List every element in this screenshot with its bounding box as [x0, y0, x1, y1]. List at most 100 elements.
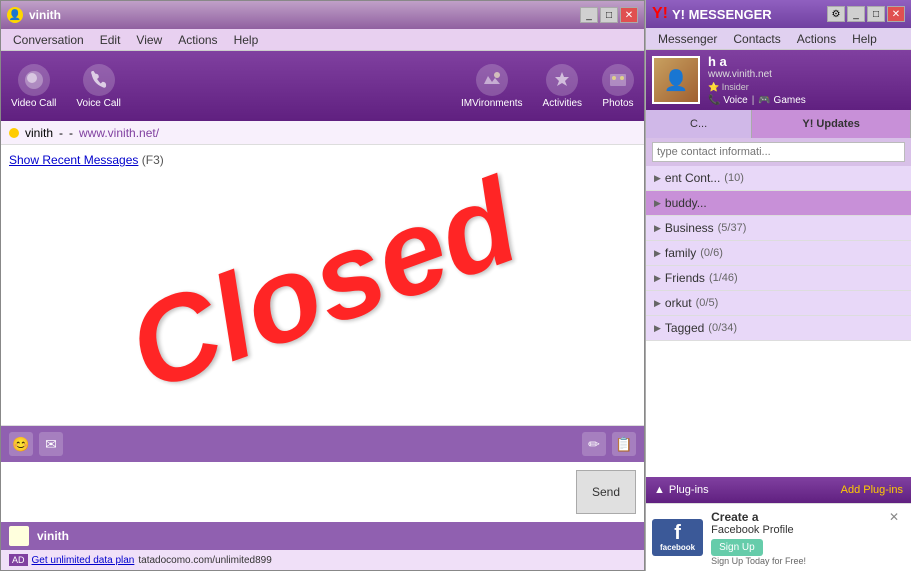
- messenger-title-controls: ⚙ _ □ ✕: [827, 6, 905, 22]
- mess-minimize-button[interactable]: _: [847, 6, 865, 22]
- group-arrow-family: ▶: [654, 248, 661, 259]
- mess-menu-messenger[interactable]: Messenger: [650, 30, 725, 48]
- menu-actions[interactable]: Actions: [170, 31, 225, 49]
- group-name-friends: Friends: [665, 271, 705, 285]
- group-arrow-recent: ▶: [654, 173, 661, 184]
- title-bar-left: 👤 vinith: [7, 7, 61, 23]
- group-name-buddy: buddy...: [665, 196, 707, 210]
- mess-menu-help[interactable]: Help: [844, 30, 885, 48]
- status-indicator: [9, 128, 19, 138]
- group-arrow-buddy: ▶: [654, 198, 661, 209]
- imvironments-button[interactable]: IMVironments: [461, 64, 523, 109]
- group-count-friends: (1/46): [709, 272, 738, 284]
- menu-help[interactable]: Help: [226, 31, 267, 49]
- voice-icon[interactable]: 📞 Voice: [708, 95, 748, 106]
- emoji-button[interactable]: 😊: [9, 432, 33, 456]
- input-area: Send: [1, 462, 644, 522]
- mess-menu-contacts[interactable]: Contacts: [725, 30, 788, 48]
- format-button[interactable]: ✏: [582, 432, 606, 456]
- add-plugins-button[interactable]: Add Plug-ins: [841, 484, 903, 496]
- message-input[interactable]: [1, 462, 576, 522]
- updates-tab[interactable]: Y! Updates: [752, 110, 911, 138]
- voice-call-icon: [83, 64, 115, 96]
- group-name-recent: ent Cont...: [665, 171, 720, 185]
- contacts-tab[interactable]: C...: [646, 110, 752, 138]
- contact-search-input[interactable]: [652, 142, 905, 162]
- group-header-orkut[interactable]: ▶ orkut (0/5): [646, 291, 911, 315]
- plugins-left: ▲ Plug-ins: [654, 484, 709, 496]
- group-name-tagged: Tagged: [665, 321, 704, 335]
- group-header-business[interactable]: ▶ Business (5/37): [646, 216, 911, 240]
- group-count-tagged: (0/34): [708, 322, 737, 334]
- photos-icon: [602, 64, 634, 96]
- status-separator2: -: [69, 126, 73, 140]
- chevron-up-icon: ▲: [654, 484, 665, 496]
- group-name-orkut: orkut: [665, 296, 692, 310]
- chat-menu-bar: Conversation Edit View Actions Help: [1, 29, 644, 51]
- voice-call-button[interactable]: Voice Call: [76, 64, 120, 109]
- menu-edit[interactable]: Edit: [92, 31, 129, 49]
- fb-ad-close-icon[interactable]: ✕: [889, 510, 905, 526]
- insider-badge: ⭐ Insider: [708, 82, 749, 93]
- group-count-orkut: (0/5): [696, 297, 719, 309]
- group-name-business: Business: [665, 221, 714, 235]
- profile-info: h a www.vinith.net ⭐ Insider 📞 Voice | 🎮…: [708, 54, 905, 106]
- imvironments-icon: [476, 64, 508, 96]
- group-arrow-business: ▶: [654, 223, 661, 234]
- mess-menu-actions[interactable]: Actions: [789, 30, 844, 48]
- status-username: vinith: [25, 126, 53, 140]
- profile-name: h a: [708, 54, 905, 69]
- ad-text[interactable]: Get unlimited data plan: [32, 555, 135, 566]
- fb-ad-content: Create a Facebook Profile Sign Up Sign U…: [711, 510, 881, 566]
- status-url[interactable]: www.vinith.net/: [79, 126, 159, 140]
- facebook-logo: f facebook: [652, 519, 703, 556]
- activities-button[interactable]: Activities: [543, 64, 582, 109]
- clipboard-button[interactable]: 📋: [612, 432, 636, 456]
- photos-button[interactable]: Photos: [602, 64, 634, 109]
- group-header-tagged[interactable]: ▶ Tagged (0/34): [646, 316, 911, 340]
- ad-label: AD: [9, 554, 28, 566]
- ad-url: tatadocomo.com/unlimited899: [138, 555, 271, 566]
- group-header-buddy[interactable]: ▶ buddy...: [646, 191, 911, 215]
- status-separator: -: [59, 126, 63, 140]
- chat-window-title: vinith: [29, 8, 61, 22]
- show-recent-hint: (F3): [142, 153, 164, 167]
- group-count-family: (0/6): [700, 247, 723, 259]
- show-recent-link[interactable]: Show Recent Messages: [9, 153, 138, 167]
- maximize-button[interactable]: □: [600, 7, 618, 23]
- send-button[interactable]: Send: [576, 470, 636, 514]
- closed-watermark: Closed: [111, 152, 534, 419]
- group-recent-content: ▶ ent Cont... (10): [646, 166, 911, 191]
- messenger-title-bar: Y! Y! MESSENGER ⚙ _ □ ✕: [646, 0, 911, 28]
- close-button[interactable]: ✕: [620, 7, 638, 23]
- profile-area: 👤 h a www.vinith.net ⭐ Insider 📞 Voice |…: [646, 50, 911, 110]
- games-icon[interactable]: 🎮 Games: [758, 95, 805, 106]
- group-header-family[interactable]: ▶ family (0/6): [646, 241, 911, 265]
- group-header-recent[interactable]: ▶ ent Cont... (10): [646, 166, 911, 190]
- mess-settings-icon[interactable]: ⚙: [827, 6, 845, 22]
- chat-toolbar: Video Call Voice Call IMVironments: [1, 51, 644, 121]
- group-header-friends[interactable]: ▶ Friends (1/46): [646, 266, 911, 290]
- plugins-bar: ▲ Plug-ins Add Plug-ins: [646, 477, 911, 503]
- contact-bottom-bar: vinith: [1, 522, 644, 550]
- video-call-button[interactable]: Video Call: [11, 64, 56, 109]
- fb-signup-button[interactable]: Sign Up: [711, 539, 763, 556]
- messenger-logo: Y! Y! MESSENGER: [652, 5, 772, 23]
- menu-view[interactable]: View: [128, 31, 170, 49]
- video-call-icon: [18, 64, 50, 96]
- mess-close-button[interactable]: ✕: [887, 6, 905, 22]
- nudge-button[interactable]: ✉: [39, 432, 63, 456]
- messenger-menu: Messenger Contacts Actions Help: [646, 28, 911, 50]
- contact-name: vinith: [37, 529, 69, 543]
- ad-bar: AD Get unlimited data plan tatadocomo.co…: [1, 550, 644, 570]
- separator: |: [752, 95, 755, 106]
- search-bar: [646, 138, 911, 166]
- activities-icon: [546, 64, 578, 96]
- group-business: ▶ Business (5/37): [646, 216, 911, 241]
- status-bar: vinith - - www.vinith.net/: [1, 121, 644, 145]
- title-bar: 👤 vinith _ □ ✕: [1, 1, 644, 29]
- contact-avatar: [9, 526, 29, 546]
- minimize-button[interactable]: _: [580, 7, 598, 23]
- mess-maximize-button[interactable]: □: [867, 6, 885, 22]
- menu-conversation[interactable]: Conversation: [5, 31, 92, 49]
